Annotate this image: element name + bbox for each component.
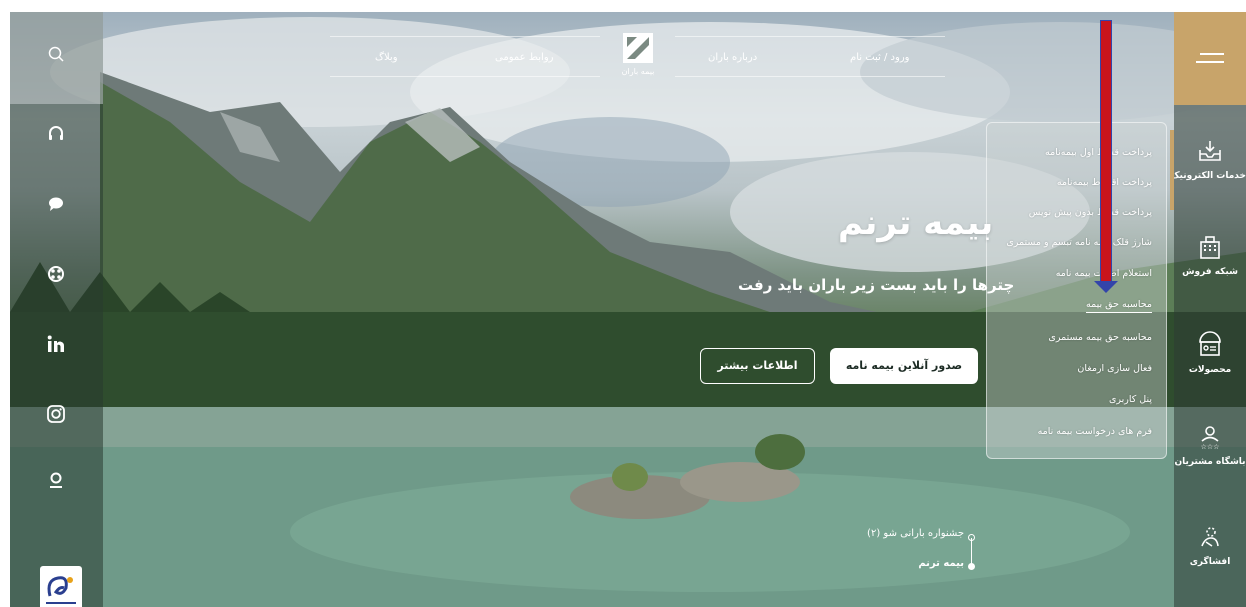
blog-link[interactable]: وبلاگ [375, 52, 398, 63]
enamad-trust-seal[interactable] [40, 566, 82, 607]
sales-network-item[interactable]: شبکه فروش [1174, 234, 1246, 277]
search-icon [48, 46, 64, 62]
brand-logo[interactable]: بیمه باران [620, 33, 656, 83]
hamburger-menu-button[interactable] [1174, 12, 1246, 105]
customer-club-label: باشگاه مشتریان [1174, 457, 1246, 467]
annotation-arrow-head [1094, 281, 1118, 293]
login-register-link[interactable]: ورود / ثبت نام [850, 52, 910, 63]
dropdown-item-premium-calculator[interactable]: محاسبه حق بیمه [1086, 299, 1152, 313]
dropdown-item-installment-no-draft[interactable]: پرداخت قسط بدون پیش نویس [1029, 207, 1152, 218]
instagram-icon[interactable] [46, 404, 66, 424]
online-policy-issue-button[interactable]: صدور آنلاین بیمه نامه [830, 348, 978, 384]
brand-mark-icon [623, 33, 653, 63]
download-tray-icon [1199, 141, 1221, 161]
annotation-arrow [1100, 20, 1112, 285]
dropdown-item-armaghan-activation[interactable]: فعال سازی ارمغان [1077, 363, 1152, 374]
sales-network-label: شبکه فروش [1182, 267, 1238, 277]
nav-divider [330, 76, 600, 77]
dropdown-item-piggybank-charge[interactable]: شارژ قلک بیمه نامه تبسم و مستمری [1006, 237, 1152, 248]
pager-dot-active[interactable] [968, 563, 975, 570]
nav-divider [330, 36, 600, 37]
svg-text:☆☆☆: ☆☆☆ [1201, 443, 1220, 450]
electronic-services-label: خدمات الکترونیک [1170, 171, 1246, 181]
customer-club-item[interactable]: ☆☆☆ باشگاه مشتریان [1174, 424, 1246, 467]
hero-subtitle: چترها را باید بست زیر باران باید رفت [738, 276, 1015, 294]
whistleblowing-label: افشاگری [1189, 557, 1231, 567]
hero-title: بیمه ترنم [838, 203, 994, 243]
building-icon [1200, 236, 1220, 259]
top-navigation: ورود / ثبت نام درباره باران بیمه باران ر… [330, 12, 945, 92]
right-product-bar: خدمات الکترونیک شبکه فروش محصولات ☆☆☆ با… [1170, 12, 1246, 607]
left-social-bar [10, 12, 103, 607]
dropdown-item-user-panel[interactable]: پنل کاربری [1109, 394, 1152, 405]
products-item[interactable]: محصولات [1174, 330, 1246, 375]
chat-icon[interactable] [46, 194, 66, 214]
umbrella-card-icon [1199, 331, 1221, 356]
public-relations-link[interactable]: روابط عمومی [495, 52, 554, 63]
linkedin-icon[interactable] [46, 334, 66, 354]
headset-icon[interactable] [46, 124, 66, 144]
whistle-icon [1201, 527, 1219, 547]
whistleblowing-item[interactable]: افشاگری [1174, 524, 1246, 567]
location-icon[interactable] [46, 470, 66, 490]
dropdown-item-pension-calculator[interactable]: محاسبه حق بیمه مستمری [1048, 332, 1152, 343]
more-info-button[interactable]: اطلاعات بیشتر [700, 348, 815, 384]
search-button[interactable] [10, 12, 103, 104]
pager-item-festival[interactable]: جشنواره بارانی شو (۲) [867, 528, 964, 539]
hamburger-icon [1196, 53, 1224, 63]
dropdown-item-request-forms[interactable]: فرم های درخواست بیمه نامه [1038, 426, 1152, 437]
user-stars-icon: ☆☆☆ [1201, 426, 1220, 451]
nav-divider [675, 76, 945, 77]
nav-divider [675, 36, 945, 37]
aparat-icon[interactable] [46, 264, 66, 284]
active-tab-indicator [1170, 130, 1174, 210]
enamad-logo-icon [46, 576, 76, 604]
pager-item-taranom[interactable]: بیمه ترنم [918, 558, 964, 569]
slider-pager: جشنواره بارانی شو (۲) بیمه ترنم [860, 524, 980, 574]
electronic-services-item[interactable]: خدمات الکترونیک [1170, 138, 1246, 181]
about-link[interactable]: درباره باران [708, 52, 757, 63]
brand-caption: بیمه باران [621, 67, 655, 76]
dropdown-item-first-installment[interactable]: پرداخت قسط اول بیمه‌نامه [1045, 147, 1152, 158]
products-label: محصولات [1188, 365, 1232, 375]
pager-dot[interactable] [968, 534, 975, 541]
